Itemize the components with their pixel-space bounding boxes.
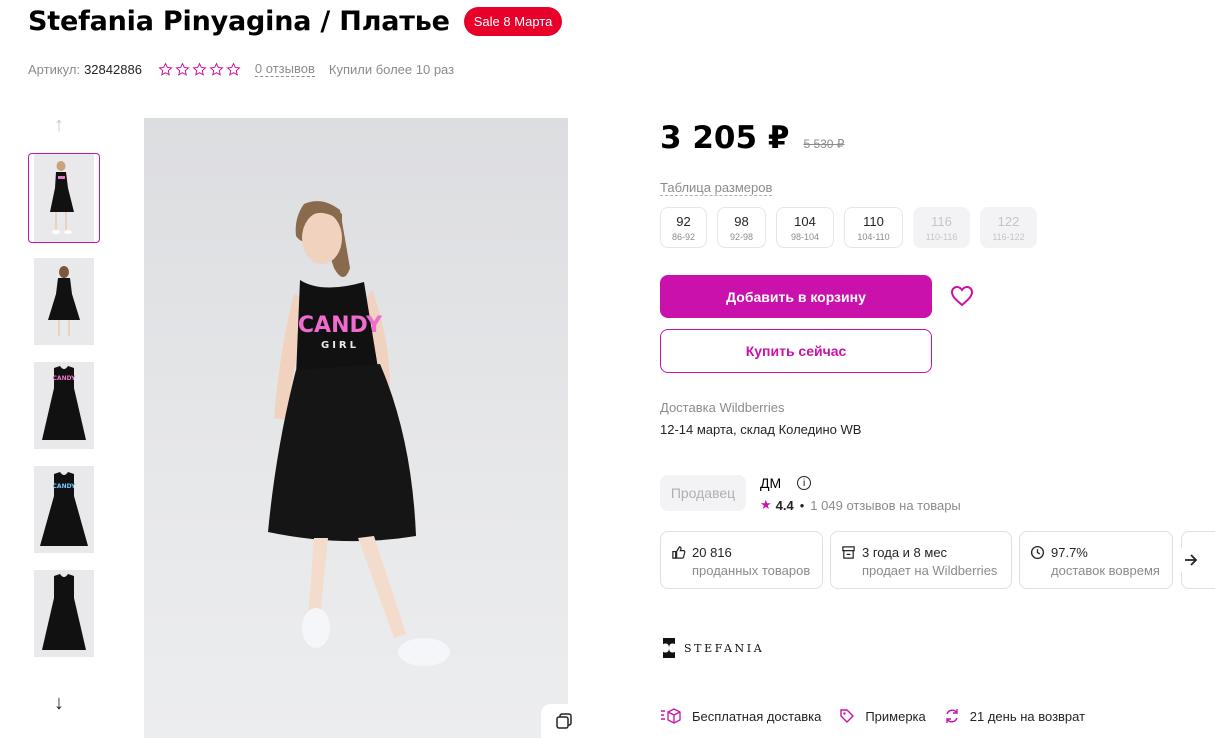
article-number[interactable]: 32842886 [84, 62, 142, 77]
dress-photo-icon [42, 574, 86, 650]
thumbnail-2[interactable] [34, 258, 94, 345]
sale-badge[interactable]: Sale 8 Марта [463, 7, 563, 36]
size-option-unavailable: 122 116-122 [980, 207, 1037, 248]
stat-on-time: 97.7% доставок вовремя [1019, 531, 1173, 589]
stat-value: 20 816 [692, 545, 732, 560]
feature-free-delivery[interactable]: Бесплатная доставка [660, 708, 821, 724]
zoom-button[interactable] [541, 704, 587, 738]
star-icon [209, 61, 224, 76]
size-number: 104 [794, 214, 816, 229]
dress-photo-icon [50, 161, 74, 234]
thumbnail-5[interactable] [34, 570, 94, 657]
stat-value: 97.7% [1051, 545, 1088, 560]
size-range: 110-116 [925, 232, 958, 242]
return-icon [946, 709, 958, 723]
stat-on-wildberries: 3 года и 8 мес продает на Wildberries [830, 531, 1012, 589]
delivery-date: 12-14 марта, склад Коледино WB [660, 422, 862, 437]
bought-count: Купили более 10 раз [328, 61, 455, 77]
service-features: Бесплатная доставка Примерка 21 день на … [660, 708, 1103, 724]
arrow-right-icon [1185, 554, 1198, 566]
size-range: 116-122 [992, 232, 1025, 242]
separator-dot: • [799, 497, 805, 513]
star-icon [175, 61, 190, 76]
size-table-link[interactable]: Таблица размеров [660, 180, 773, 196]
title-row: Stefania Pinyagina / Платье Sale 8 Марта [28, 6, 563, 37]
brand-logo[interactable]: STEFANIA [660, 636, 764, 660]
info-icon[interactable]: i [797, 476, 812, 490]
reviews-link[interactable]: 0 отзывов [254, 61, 315, 77]
star-icon [158, 61, 173, 76]
old-price: 5 530 ₽ [803, 137, 845, 151]
svg-text:CANDY: CANDY [53, 375, 77, 382]
add-to-cart-button[interactable]: Добавить в корзину [660, 275, 932, 318]
zoom-icon [556, 713, 572, 729]
stats-next-button[interactable] [1177, 543, 1205, 577]
size-option[interactable]: 98 92-98 [717, 207, 766, 248]
size-number: 110 [863, 214, 884, 229]
star-icon [226, 61, 241, 76]
girl-in-dress-image: CANDY GIRL [268, 201, 450, 666]
svg-text:CANDY: CANDY [53, 483, 77, 490]
thumbnail-4[interactable]: CANDY [34, 466, 94, 553]
size-range: 86-92 [671, 232, 696, 242]
favorite-heart-icon[interactable] [950, 285, 974, 312]
delivery-icon [661, 708, 681, 724]
feature-return[interactable]: 21 день на возврат [944, 708, 1085, 724]
seller-tag: Продавец [660, 475, 746, 511]
current-price: 3 205 ₽ [660, 120, 790, 156]
dress-photo-icon [48, 266, 80, 336]
seller-name-row: ДМ i [760, 475, 812, 491]
arrow-down-icon[interactable]: ↓ [54, 692, 64, 715]
stat-label: проданных товаров [692, 563, 811, 578]
thumbnail-3[interactable]: CANDY [34, 362, 94, 449]
delivery-label: Доставка Wildberries [660, 400, 785, 415]
dress-print-girl: GIRL [321, 340, 359, 351]
size-selector: 92 86-92 98 92-98 104 98-104 110 104-110… [660, 207, 1037, 248]
stat-label: продает на Wildberries [862, 563, 998, 578]
seller-rating: ★ 4.4 • 1 049 отзывов на товары [760, 497, 961, 513]
stat-sold: 20 816 проданных товаров [660, 531, 823, 589]
brand-name: STEFANIA [684, 641, 765, 655]
size-option-unavailable: 116 110-116 [913, 207, 970, 248]
star-icon [192, 61, 207, 76]
thumbnail-1[interactable] [28, 153, 100, 243]
size-number: 98 [734, 214, 749, 229]
feature-fitting[interactable]: Примерка [839, 708, 926, 724]
size-number: 122 [997, 214, 1020, 229]
size-range: 104-110 [857, 232, 890, 242]
size-range: 92-98 [729, 232, 754, 242]
price-block: 3 205 ₽ 5 530 ₽ [660, 120, 844, 156]
feature-label: Бесплатная доставка [692, 708, 822, 724]
size-range: 98-104 [790, 232, 820, 242]
feature-label: Примерка [865, 708, 926, 724]
main-product-photo[interactable]: CANDY GIRL [144, 118, 568, 738]
brand-emblem-icon [663, 638, 675, 658]
seller-reviews-count[interactable]: 1 049 отзывов на товары [810, 498, 960, 513]
store-icon [842, 546, 855, 559]
buy-now-button[interactable]: Купить сейчас [660, 329, 932, 373]
dress-print-candy: CANDY [298, 313, 383, 338]
stat-label: доставок вовремя [1051, 563, 1160, 578]
seller-name[interactable]: ДМ [760, 475, 781, 491]
size-number: 116 [931, 214, 952, 229]
size-number: 92 [676, 214, 691, 229]
article-label: Артикул: [28, 61, 81, 77]
dress-photo-icon: CANDY [40, 472, 88, 546]
thumbs-up-icon [672, 546, 686, 559]
product-title: Stefania Pinyagina / Платье [28, 6, 450, 37]
stat-value: 3 года и 8 мес [862, 545, 948, 560]
dress-photo-icon: CANDY [42, 366, 86, 440]
tag-icon [840, 709, 855, 723]
product-meta: Артикул: 32842886 0 отзывов Купили более… [28, 61, 454, 77]
feature-label: 21 день на возврат [969, 708, 1086, 724]
star-filled-icon: ★ [760, 497, 772, 512]
size-option[interactable]: 110 104-110 [844, 207, 903, 248]
size-option[interactable]: 104 98-104 [776, 207, 834, 248]
seller-rating-value: 4.4 [775, 497, 794, 513]
arrow-up-icon[interactable]: ↑ [54, 114, 64, 137]
rating-stars [158, 61, 241, 77]
size-option[interactable]: 92 86-92 [660, 207, 707, 248]
clock-icon [1030, 545, 1045, 560]
